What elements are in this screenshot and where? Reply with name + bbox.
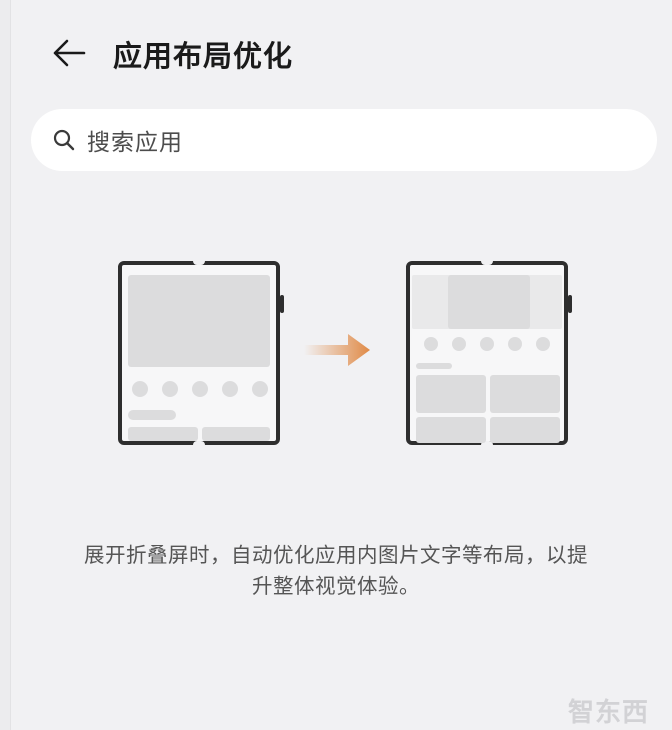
page-title: 应用布局优化: [113, 39, 294, 73]
watermark-text: 智东西: [568, 697, 650, 728]
header: 应用布局优化: [0, 0, 672, 108]
transition-arrow-icon: [304, 334, 370, 366]
back-button[interactable]: [48, 34, 90, 72]
arrow-left-icon: [53, 39, 86, 67]
description-line-2: 升整体视觉体验。: [252, 574, 420, 598]
folded-phone-illustration: [118, 261, 284, 445]
search-icon: [51, 127, 77, 153]
feature-description: 展开折叠屏时，自动优化应用内图片文字等布局，以提 升整体视觉体验。: [60, 540, 612, 602]
watermark-logo: 智东西: [568, 696, 658, 728]
description-line-1: 展开折叠屏时，自动优化应用内图片文字等布局，以提: [84, 543, 588, 567]
search-placeholder: 搜索应用: [87, 130, 183, 156]
layout-illustration: [0, 250, 672, 455]
unfolded-phone-illustration: [406, 261, 572, 445]
search-input[interactable]: 搜索应用: [31, 109, 657, 171]
